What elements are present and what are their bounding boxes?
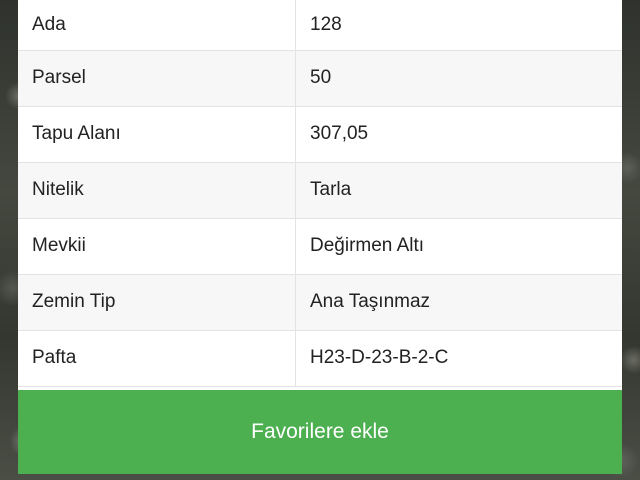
label-ada: Ada bbox=[18, 0, 296, 50]
row-tapu-alani: Tapu Alanı 307,05 bbox=[18, 106, 622, 162]
value-ada: 128 bbox=[310, 13, 342, 35]
add-to-favorites-button[interactable]: Favorilere ekle bbox=[18, 390, 622, 474]
row-nitelik: Nitelik Tarla bbox=[18, 162, 622, 218]
row-pafta: Pafta H23-D-23-B-2-C bbox=[18, 330, 622, 386]
value-parsel: 50 bbox=[310, 67, 332, 88]
label-pafta: Pafta bbox=[18, 330, 296, 386]
label-mevkii: Mevkii bbox=[18, 218, 296, 274]
value-tapu-alani: 307,05 bbox=[310, 123, 369, 144]
value-nitelik: Tarla bbox=[310, 179, 352, 200]
row-ada: Ada 128 bbox=[18, 0, 622, 50]
value-mevkii: Değirmen Altı bbox=[310, 235, 425, 256]
row-mevkii: Mevkii Değirmen Altı bbox=[18, 218, 622, 274]
row-zemin-tip: Zemin Tip Ana Taşınmaz bbox=[18, 274, 622, 330]
parcel-info-card: Ada 128 Parsel 50 Tapu Alanı 307,05 Nite… bbox=[18, 0, 622, 474]
value-pafta: H23-D-23-B-2-C bbox=[310, 347, 449, 368]
label-parsel: Parsel bbox=[18, 50, 296, 106]
parcel-info-table: Ada 128 Parsel 50 Tapu Alanı 307,05 Nite… bbox=[18, 0, 622, 387]
value-zemin-tip: Ana Taşınmaz bbox=[310, 291, 431, 312]
label-nitelik: Nitelik bbox=[18, 162, 296, 218]
label-zemin-tip: Zemin Tip bbox=[18, 274, 296, 330]
label-tapu-alani: Tapu Alanı bbox=[18, 106, 296, 162]
row-parsel: Parsel 50 bbox=[18, 50, 622, 106]
